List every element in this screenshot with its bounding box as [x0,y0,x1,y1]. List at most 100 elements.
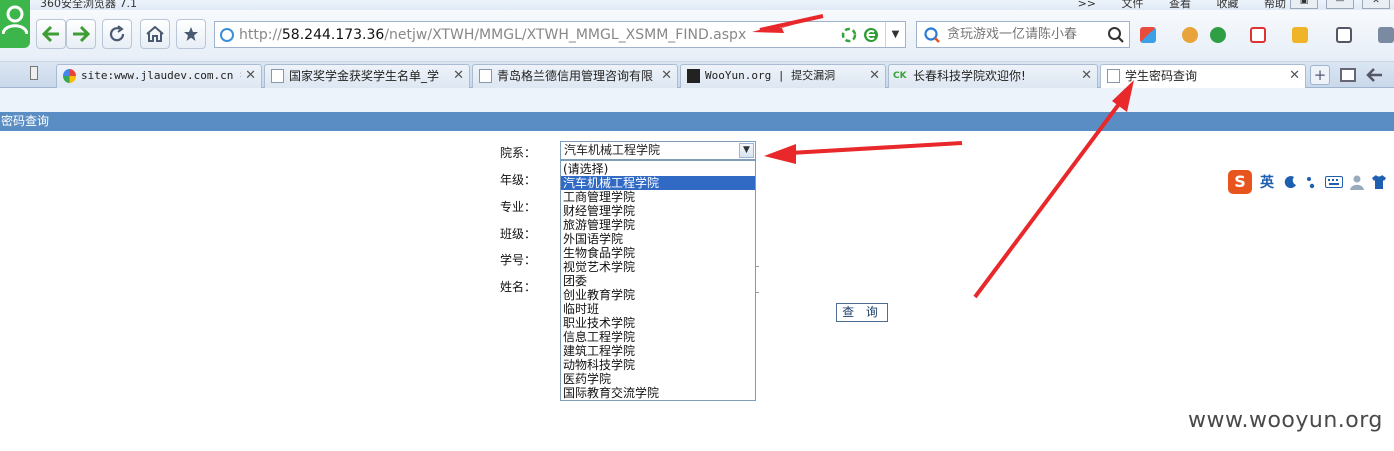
tab-close-icon[interactable]: ✕ [453,65,464,87]
google-icon [63,69,76,83]
extensions-icon[interactable] [1378,27,1394,43]
grade-label: 年级： [500,173,537,187]
moon-icon[interactable] [1284,175,1298,189]
page-title: 密码查询 [0,112,1394,131]
address-dropdown-icon[interactable]: ▼ [885,22,905,47]
department-option[interactable]: 工商管理学院 [561,190,755,204]
user-account-icon[interactable] [1349,174,1365,190]
chevron-down-icon[interactable]: ▼ [739,143,754,158]
undo-close-icon[interactable] [1366,67,1384,83]
restore-tabs-icon[interactable] [1340,68,1356,82]
department-option[interactable]: 创业教育学院 [561,288,755,302]
star-icon [184,27,198,41]
punctuation-icon[interactable] [1306,175,1318,189]
minimize-button[interactable]: — [1326,0,1354,9]
department-option[interactable]: 职业技术学院 [561,316,755,330]
department-option[interactable]: 旅游管理学院 [561,218,755,232]
name-label: 姓名： [500,280,537,294]
forward-button[interactable] [66,19,96,49]
watermark: www.wooyun.org [1188,408,1383,433]
department-option[interactable]: 临时班 [561,302,755,316]
navigation-toolbar: http://58.244.173.36/netjw/XTWH/MMGL/XTW… [0,10,1394,62]
tab-close-icon[interactable]: ✕ [661,65,672,87]
department-option[interactable]: 生物食品学院 [561,246,755,260]
address-url[interactable]: http://58.244.173.36/netjw/XTWH/MMGL/XTW… [239,27,746,43]
department-label: 院系： [500,146,537,160]
query-button[interactable]: 查 询 [836,303,888,322]
student-id-label: 学号： [500,253,537,267]
new-tab-icon[interactable]: + [1310,65,1330,85]
translate-icon[interactable] [1250,27,1266,43]
department-option[interactable]: (请选择) [561,162,755,176]
forward-arrow-icon [73,26,90,42]
tab-credit-consulting[interactable]: 青岛格兰德信用管理咨询有限 ✕ [472,64,678,88]
tab-close-icon[interactable]: ✕ [869,65,880,87]
user-icon [2,5,28,34]
tab-label: 学生密码查询 [1125,69,1198,83]
ime-language-mode[interactable]: 英 [1260,172,1274,192]
search-icon[interactable] [1107,26,1125,44]
tab-google-search[interactable]: site:www.jlaudev.com.cn 学 ✕ [56,64,262,88]
favorite-button[interactable] [176,19,206,49]
skin-shirt-icon[interactable] [1371,174,1387,190]
wooyun-icon [687,69,700,83]
menu-file[interactable]: 文件 [1122,0,1144,10]
search-input[interactable] [947,24,1103,45]
department-option[interactable]: 医药学院 [561,372,755,386]
department-option[interactable]: 视觉艺术学院 [561,260,755,274]
tab-close-icon[interactable]: ✕ [245,65,256,87]
menu-view[interactable]: 查看 [1169,0,1191,10]
tab-label: 国家奖学金获奖学生名单_学 [289,69,440,83]
cookie-icon[interactable] [1182,27,1198,43]
department-option[interactable]: 外国语学院 [561,232,755,246]
apps-grid-icon[interactable] [1140,27,1156,43]
keyboard-icon[interactable] [1325,176,1343,188]
security-check-icon[interactable] [841,27,857,43]
name-input-edge[interactable] [756,292,759,293]
app-title: 360安全浏览器 7.1 [40,0,137,10]
sidebar-toggle-icon[interactable] [30,66,38,80]
tab-close-icon[interactable]: ✕ [1081,65,1092,87]
home-button[interactable] [140,19,170,49]
department-select[interactable]: 汽车机械工程学院 ▼ [560,141,756,160]
menu-help[interactable]: 帮助 [1264,0,1286,10]
title-bar: 360安全浏览器 7.1 >> 文件 查看 收藏 帮助 ▣ — ✕ [0,0,1394,10]
menu-overflow[interactable]: >> [1078,0,1096,10]
department-option-highlighted[interactable]: 汽车机械工程学院 [561,176,755,190]
back-button[interactable] [36,19,66,49]
page-icon [271,69,284,83]
tab-wooyun-submit[interactable]: WooYun.org | 提交漏洞 ✕ [680,64,886,88]
department-dropdown-list[interactable]: (请选择) 汽车机械工程学院 工商管理学院 财经管理学院 旅游管理学院 外国语学… [560,160,756,401]
search-engine-icon[interactable] [923,26,941,44]
tab-scholarship-list[interactable]: 国家奖学金获奖学生名单_学 ✕ [264,64,470,88]
ime-toolbar: S 英 [1228,170,1394,194]
refresh-icon [109,25,125,42]
restore-button[interactable]: ▣ [1290,0,1318,9]
shield-icon[interactable] [1210,27,1226,43]
department-option[interactable]: 财经管理学院 [561,204,755,218]
department-option[interactable]: 动物科技学院 [561,358,755,372]
student-id-input-edge[interactable] [756,266,759,267]
gift-icon[interactable] [1292,27,1308,43]
department-option[interactable]: 建筑工程学院 [561,344,755,358]
department-option[interactable]: 信息工程学院 [561,330,755,344]
class-label: 班级： [500,227,537,241]
page-icon [1107,69,1120,83]
ie-mode-icon[interactable] [863,27,879,43]
department-option[interactable]: 国际教育交流学院 [561,386,755,400]
tab-changchun-college[interactable]: CK 长春科技学院欢迎你! ✕ [888,64,1098,88]
sogou-logo-icon[interactable]: S [1228,170,1252,194]
refresh-button[interactable] [102,19,132,49]
browser-logo-icon [0,0,30,48]
search-box[interactable] [916,21,1130,48]
page-icon [479,69,492,83]
department-option[interactable]: 团委 [561,274,755,288]
tab-student-password-query[interactable]: 学生密码查询 ✕ [1100,64,1306,89]
url-host: 58.244.173.36 [281,27,385,43]
url-scheme: http:// [239,27,282,43]
screenshot-icon[interactable] [1336,27,1352,43]
address-bar[interactable]: http://58.244.173.36/netjw/XTWH/MMGL/XTW… [214,21,906,48]
tab-close-icon[interactable]: ✕ [1289,65,1300,87]
close-window-button[interactable]: ✕ [1362,0,1390,9]
menu-favorites[interactable]: 收藏 [1217,0,1239,10]
